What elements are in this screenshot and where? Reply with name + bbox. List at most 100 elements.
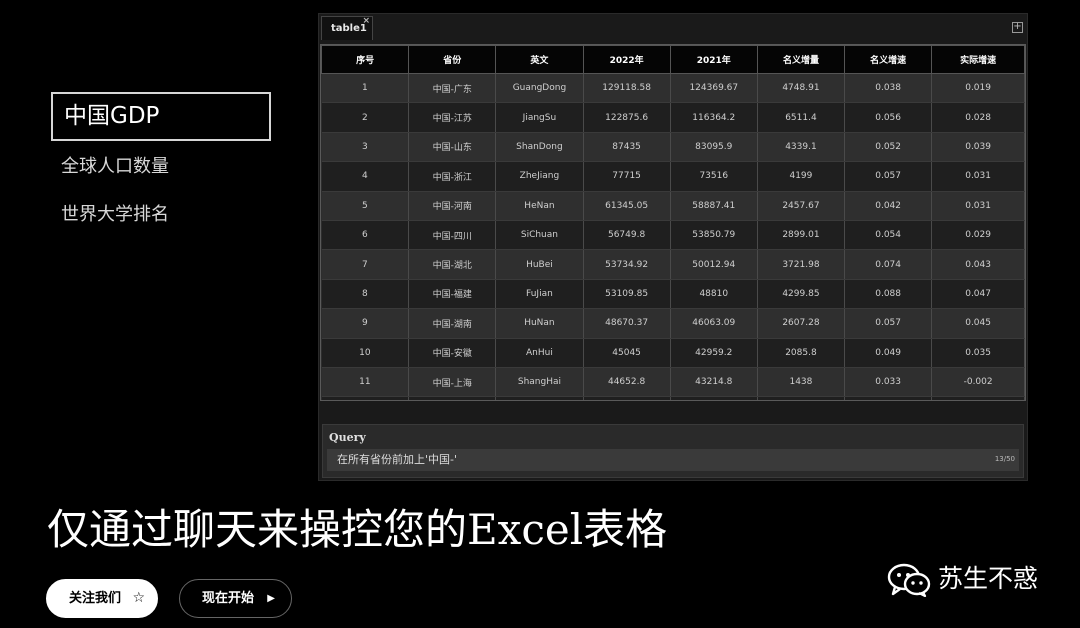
table-row[interactable]: 1 中国-广东 GuangDong 129118.58 124369.67 4748.91… [321,73,1025,104]
table-cell[interactable]: 1979.1 [757,396,846,400]
table-cell[interactable]: 中国-湖南 [408,308,497,339]
table-cell[interactable]: 7 [321,249,410,280]
table-cell[interactable]: ShanDong [495,132,584,163]
table-cell[interactable]: 4339.1 [757,132,846,163]
table-cell[interactable]: 48670.37 [583,308,671,339]
table-cell[interactable]: 0.056 [844,102,933,133]
column-header[interactable]: 名义增速 [844,45,933,74]
table-cell[interactable]: 中国-山东 [408,132,497,163]
table-cell[interactable]: 2085.8 [757,338,846,368]
table-cell[interactable]: 45045 [583,338,671,368]
table-cell[interactable]: 0.057 [844,308,933,339]
table-cell[interactable]: 10 [321,338,410,368]
table-cell[interactable]: 0.074 [844,249,933,280]
table-cell[interactable]: 4 [321,161,410,192]
table-cell[interactable]: 中国-福建 [408,279,497,310]
table-cell[interactable]: 124369.67 [670,73,758,104]
table-row[interactable]: 11 中国-上海 ShangHai 44652.8 43214.8 1438 0.033 -0… [321,367,1025,398]
table-cell[interactable]: 0.029 [931,220,1025,251]
table-cell[interactable]: 0.047 [931,279,1025,310]
table-cell[interactable]: 2899.01 [757,220,846,251]
data-grid[interactable]: 序号 省份 英文 2022年 2021年 名义增量 名义增速 实际增速 1 中国-广东 Guang… [320,44,1026,401]
table-cell[interactable]: 53734.92 [583,249,671,280]
table-cell[interactable]: 122875.6 [583,102,671,133]
table-cell[interactable]: 中国-广东 [408,73,497,104]
table-cell[interactable]: 0.028 [931,102,1025,133]
table-cell[interactable]: 中国-浙江 [408,161,497,192]
column-header[interactable]: 省份 [408,45,497,74]
table-cell[interactable]: 8 [321,279,410,310]
table-cell[interactable]: AnHui [495,338,584,368]
menu-item-global-population[interactable]: 全球人口数量 [51,143,271,191]
table-cell[interactable]: HuNan [495,308,584,339]
table-cell[interactable]: 116364.2 [670,102,758,133]
close-icon[interactable]: × [362,9,370,33]
table-cell[interactable]: 42959.2 [670,338,758,368]
table-cell[interactable]: -0.002 [931,367,1025,398]
table-cell[interactable]: SiChuan [495,220,584,251]
table-cell[interactable]: 中国-四川 [408,220,497,251]
table-cell[interactable]: 0.019 [931,73,1025,104]
table-cell[interactable]: FuJian [495,279,584,310]
table-cell[interactable]: 0.054 [844,220,933,251]
plus-square-icon[interactable]: + [1012,22,1023,33]
table-cell[interactable]: 0.052 [844,132,933,163]
table-cell[interactable]: 3 [321,132,410,163]
column-header[interactable]: 实际增速 [931,45,1025,74]
table-cell[interactable]: 61345.05 [583,191,671,221]
table-cell[interactable]: 5 [321,191,410,221]
column-header[interactable]: 2021年 [669,45,758,74]
table-cell[interactable]: 中国-河南 [408,191,497,221]
table-cell[interactable]: 0.057 [844,161,933,192]
table-cell[interactable]: 0.031 [931,161,1025,192]
follow-button[interactable]: 关注我们 ☆ [46,579,158,618]
table-cell[interactable]: 4199 [757,161,846,192]
table-cell[interactable]: 4299.85 [757,279,846,310]
table-cell[interactable]: 87435 [583,132,671,163]
table-cell[interactable]: 0.042 [844,191,933,221]
table-cell[interactable]: 83095.9 [670,132,758,163]
table-cell[interactable]: 0.033 [844,367,933,398]
table-cell[interactable]: 0.049 [844,396,933,400]
table-cell[interactable]: 73516 [670,161,758,192]
table-cell[interactable]: 4748.91 [757,73,846,104]
column-header[interactable]: 英文 [495,45,584,74]
table-row[interactable]: 5 中国-河南 HeNan 61345.05 58887.41 2457.67 0.042 0… [321,191,1025,221]
table-cell[interactable]: 53109.85 [583,279,671,310]
table-cell[interactable]: 0.038 [931,396,1025,400]
table-cell[interactable]: 0.049 [844,338,933,368]
column-header[interactable]: 序号 [321,45,410,74]
column-header[interactable]: 2022年 [582,45,671,74]
table-cell[interactable]: 12 [321,396,410,400]
menu-item-world-university-ranking[interactable]: 世界大学排名 [51,191,271,239]
table-cell[interactable]: 0.035 [931,338,1025,368]
table-cell[interactable]: 53850.79 [670,220,758,251]
table-cell[interactable]: 中国-湖北 [408,249,497,280]
table-cell[interactable]: 48810 [670,279,758,310]
table-cell[interactable]: 11 [321,367,410,398]
table-cell[interactable]: 77715 [583,161,671,192]
table-cell[interactable]: 43214.8 [670,367,758,398]
table-cell[interactable]: 2 [321,102,410,133]
table-cell[interactable]: 中国-安徽 [408,338,497,368]
table-cell[interactable]: 2607.28 [757,308,846,339]
table-row[interactable]: 12中国-河北HeBei42370.440391.31979.10.0490.0… [321,396,1025,400]
table-cell[interactable]: 129118.58 [583,73,671,104]
table-cell[interactable]: 中国-江苏 [408,102,497,133]
table-cell[interactable]: HeNan [495,191,584,221]
table-cell[interactable]: 1 [321,73,410,104]
table-cell[interactable]: 1438 [757,367,846,398]
table-cell[interactable]: 40391.3 [670,396,758,400]
column-header[interactable]: 名义增量 [756,45,846,74]
menu-item-china-gdp[interactable]: 中国GDP [51,92,271,141]
table-row[interactable]: 10 中国-安徽 AnHui 45045 42959.2 2085.8 0.049 0.035 [321,338,1025,368]
table-row[interactable]: 8 中国-福建 FuJian 53109.85 48810 4299.85 0.088 0.0… [321,279,1025,310]
table-cell[interactable]: 6 [321,220,410,251]
table-row[interactable]: 3 中国-山东 ShanDong 87435 83095.9 4339.1 0.052 0.0… [321,132,1025,163]
table-cell[interactable]: 58887.41 [670,191,758,221]
table-cell[interactable]: ShangHai [495,367,584,398]
table-cell[interactable]: JiangSu [495,102,584,133]
table-row[interactable]: 2 中国-江苏 JiangSu 122875.6 116364.2 6511.4 0.056… [321,102,1025,133]
table-cell[interactable]: 0.043 [931,249,1025,280]
table-cell[interactable]: ZheJiang [495,161,584,192]
